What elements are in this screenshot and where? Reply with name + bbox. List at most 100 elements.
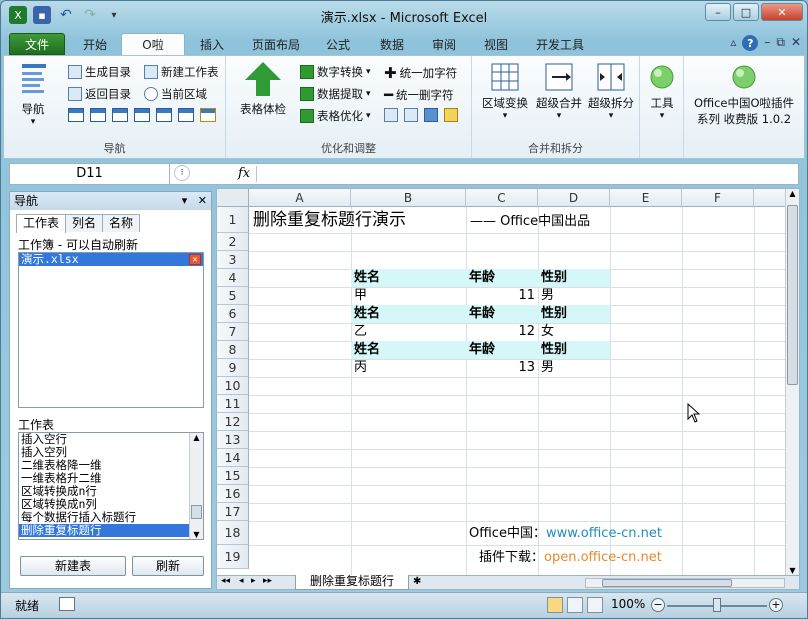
tab-review[interactable]: 审阅 [421, 33, 467, 55]
row-header[interactable]: 13 [217, 431, 249, 449]
convert-range-icon[interactable] [424, 108, 438, 122]
row-header[interactable]: 17 [217, 503, 249, 521]
add-char-button[interactable]: ✚ 统一加字符 [384, 64, 457, 82]
horizontal-scrollbar[interactable] [585, 578, 785, 588]
scroll-up-icon[interactable]: ▲ [786, 189, 799, 198]
normal-view-icon[interactable] [547, 597, 563, 613]
back-toc-button[interactable]: 返回目录 [68, 86, 131, 102]
row-header[interactable]: 1 [217, 207, 249, 233]
workbook-list[interactable]: 演示.xlsx ✕ [18, 252, 204, 408]
list-item[interactable]: 演示.xlsx ✕ [19, 253, 203, 266]
row-header[interactable]: 15 [217, 467, 249, 485]
worksheet-grid[interactable]: A B C D E F 1 2 3 4 5 6 7 8 9 10 11 12 1… [216, 188, 800, 576]
column-header-d[interactable]: D [538, 189, 610, 207]
super-merge-button[interactable]: 超级合并 ▾ [532, 62, 586, 121]
select-all-corner[interactable] [217, 189, 249, 207]
column-header-f[interactable]: F [682, 189, 754, 207]
close-workbook-icon[interactable]: ✕ [189, 254, 201, 265]
minimize-button[interactable]: – [705, 3, 731, 21]
cell-b4-header[interactable]: 姓名 [351, 269, 466, 287]
sheet-list[interactable]: 插入空行 插入空列 二维表格降一维 一维表格升二维 区域转换成n行 区域转换成n… [18, 432, 204, 540]
prev-sheet-icon[interactable]: ◂ [239, 576, 244, 586]
cell-a1-title[interactable]: 删除重复标题行演示 [250, 209, 409, 231]
cell-b9[interactable]: 丙 [351, 359, 370, 377]
number-convert-button[interactable]: 数字转换 ▾ [300, 64, 371, 80]
scroll-thumb[interactable] [191, 505, 202, 519]
close-button[interactable]: ✕ [761, 3, 803, 21]
cell-c4-header[interactable]: 年龄 [466, 269, 538, 287]
scroll-up-icon[interactable]: ▲ [190, 433, 203, 442]
help-icon[interactable]: ? [742, 35, 759, 51]
macro-record-icon[interactable] [59, 597, 75, 611]
cell-c18-office[interactable]: Office中国：www.office-cn.net [466, 525, 665, 543]
zoom-out-icon[interactable]: − [651, 598, 665, 612]
row-header[interactable]: 14 [217, 449, 249, 467]
region-transform-button[interactable]: 区域变换 ▾ [476, 62, 534, 121]
tools-button[interactable]: 工具 ▾ [644, 62, 680, 121]
cell-d7[interactable]: 女 [538, 323, 557, 341]
cell-d9[interactable]: 男 [538, 359, 557, 377]
layout-icon-5[interactable] [156, 108, 172, 122]
row-header[interactable]: 6 [217, 305, 249, 323]
tab-home[interactable]: 开始 [69, 33, 121, 55]
cell-b7[interactable]: 乙 [351, 323, 370, 341]
nav-tab-sheets[interactable]: 工作表 [16, 214, 67, 233]
cell-b6-header[interactable]: 姓名 [351, 305, 466, 323]
layout-icon-2[interactable] [90, 108, 106, 122]
row-header[interactable]: 4 [217, 269, 249, 287]
tab-insert[interactable]: 插入 [189, 33, 235, 55]
current-region-button[interactable]: 当前区域 [144, 86, 207, 102]
sheet-tab-active[interactable]: 删除重复标题行 [295, 575, 410, 590]
cell-c6-header[interactable]: 年龄 [466, 305, 538, 323]
row-header[interactable]: 12 [217, 413, 249, 431]
new-table-button[interactable]: 新建表 [20, 556, 126, 576]
delete-char-button[interactable]: ━ 统一删字符 [384, 86, 454, 104]
layout-icon-3[interactable] [112, 108, 128, 122]
cell-b8-header[interactable]: 姓名 [351, 341, 466, 359]
sheet-vertical-scrollbar[interactable]: ▲ ▼ [785, 189, 799, 575]
formula-input[interactable] [262, 164, 782, 184]
row-header[interactable]: 18 [217, 521, 249, 545]
nav-tab-columns[interactable]: 列名 [65, 214, 104, 232]
cell-d4-header[interactable]: 性别 [538, 269, 610, 287]
sheet-list-scrollbar[interactable]: ▲ ▼ [189, 433, 203, 539]
workbook-restore-icon[interactable]: ⧉ [776, 35, 785, 51]
workbook-minimize-icon[interactable]: – [764, 35, 770, 51]
zoom-level[interactable]: 100% [611, 597, 645, 611]
cell-c8-header[interactable]: 年龄 [466, 341, 538, 359]
formula-bar-expand-icon[interactable]: ⁝ [174, 165, 190, 181]
scroll-down-icon[interactable]: ▼ [786, 566, 799, 575]
row-header[interactable]: 9 [217, 359, 249, 377]
layout-icon-1[interactable] [68, 108, 84, 122]
tab-page-layout[interactable]: 页面布局 [243, 33, 309, 55]
fx-icon[interactable]: fx [238, 164, 250, 184]
cell-d5[interactable]: 男 [538, 287, 557, 305]
generate-toc-button[interactable]: 生成目录 [68, 64, 131, 80]
cell-c9[interactable]: 13 [466, 359, 538, 377]
row-header[interactable]: 16 [217, 485, 249, 503]
tab-developer[interactable]: 开发工具 [527, 33, 593, 55]
row-header[interactable]: 7 [217, 323, 249, 341]
cell-c5[interactable]: 11 [466, 287, 538, 305]
cell-b5[interactable]: 甲 [351, 287, 370, 305]
eraser-icon[interactable] [384, 108, 398, 122]
tab-ola[interactable]: O啦 [121, 33, 185, 55]
table-check-button[interactable]: 表格体检 [232, 60, 294, 117]
clear-format-icon[interactable] [404, 108, 418, 122]
row-header[interactable]: 3 [217, 251, 249, 269]
layout-icon-4[interactable] [134, 108, 150, 122]
row-header[interactable]: 19 [217, 545, 249, 569]
zoom-in-icon[interactable]: + [769, 598, 783, 612]
zoom-slider-knob[interactable] [713, 598, 721, 612]
next-sheet-icon[interactable]: ▸ [251, 576, 256, 586]
scroll-thumb[interactable] [787, 205, 798, 385]
column-header-e[interactable]: E [610, 189, 682, 207]
tab-file[interactable]: 文件 [9, 33, 65, 55]
cell-d6-header[interactable]: 性别 [538, 305, 610, 323]
navigation-big-button[interactable]: 导航 ▾ [10, 62, 56, 127]
scroll-thumb[interactable] [602, 579, 732, 587]
tab-view[interactable]: 视图 [473, 33, 519, 55]
pen-icon[interactable] [200, 108, 216, 122]
maximize-button[interactable]: □ [733, 3, 759, 21]
page-layout-view-icon[interactable] [567, 597, 583, 613]
